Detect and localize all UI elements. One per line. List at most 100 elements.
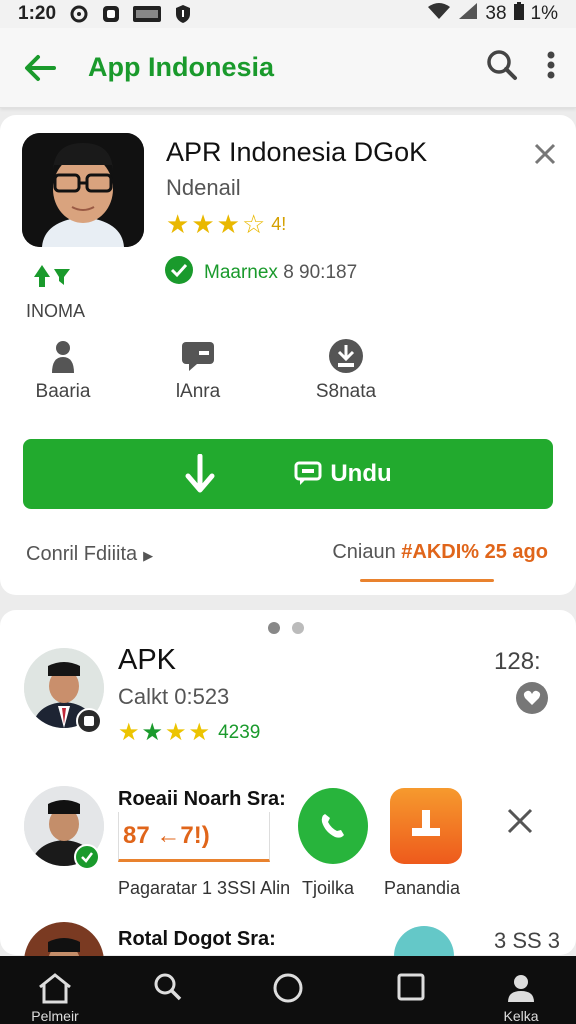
item-code-box: 87 ←7!) (118, 812, 270, 862)
app-icon (22, 133, 144, 247)
status-right: 38 1% (427, 1, 558, 27)
whatsapp-icon[interactable] (298, 788, 368, 864)
nav-search[interactable] (133, 956, 203, 1024)
item-meta: 128: (494, 648, 541, 675)
square-recents-icon (397, 973, 425, 1001)
nav-profile-label: Kelka (503, 1008, 539, 1024)
battery-level-text: 38 (485, 3, 507, 24)
close-icon (534, 143, 556, 165)
install-button[interactable]: Undu (23, 439, 553, 509)
battery-percent-text: 1% (530, 3, 558, 24)
developer-name[interactable]: Ndenail (166, 175, 241, 201)
stat-item[interactable]: Baaria (13, 337, 113, 403)
item-subtitle: Calkt 0:523 (118, 684, 230, 709)
page-dot-active[interactable] (268, 622, 280, 634)
close-icon (507, 808, 533, 834)
stat-label: S8nata (315, 381, 377, 402)
page-indicator (268, 622, 304, 634)
item-rating-value: 4239 (218, 721, 261, 743)
tag-badge-icon (76, 708, 102, 734)
item-title[interactable]: Rotal Dogot Sra: (118, 928, 276, 951)
page-title: App Indonesia (88, 52, 275, 82)
rating-stars: ★ ★ ★ ☆ 4! (166, 209, 286, 240)
app-name: APR Indonesia DGoK (166, 137, 428, 167)
item-rating: ★ ★ ★ ★ 4239 (118, 718, 260, 747)
verified-badge-icon (74, 844, 100, 870)
verified-label: Maarnex (204, 261, 278, 283)
app-bar-actions (486, 49, 556, 86)
stat-label: lAnra (175, 381, 221, 402)
app-list-card: APK Calkt 0:523 ★ ★ ★ ★ 4239 128: Roeaii… (0, 610, 576, 1002)
status-time: 1:20 (18, 3, 57, 24)
nav-home-label: Pelmeir (31, 1008, 79, 1024)
update-label: INOMA (26, 301, 86, 321)
person-icon (13, 337, 113, 375)
rating-value: 4! (271, 214, 287, 234)
image-status-icon (132, 4, 162, 24)
message-icon (148, 337, 248, 375)
update-arrows-icon (32, 263, 72, 289)
nav-profile[interactable]: Kelka (486, 956, 556, 1024)
heart-icon (523, 690, 541, 705)
download-arrow-icon (184, 454, 216, 494)
update-info[interactable]: Cniaun #AKDI% 25 ago (332, 541, 548, 564)
item-meta: 3 SS 3 (494, 928, 561, 953)
star-half-icon: ☆ (241, 209, 266, 239)
back-arrow-icon (25, 54, 56, 81)
signal-icon (457, 2, 479, 26)
orange-app-icon[interactable] (390, 788, 462, 864)
content-rating-link[interactable]: Conril Fdiiita ▶ (26, 543, 153, 566)
verified-row: Maarnex 8 90:187 (164, 255, 357, 290)
shield-status-icon (172, 4, 194, 24)
item-title[interactable]: APK (118, 644, 176, 677)
teal-app-icon[interactable] (394, 926, 454, 956)
star-icon: ★ (191, 209, 215, 239)
favorite-button[interactable] (516, 682, 548, 714)
home-icon (39, 973, 71, 1004)
more-options-button[interactable] (546, 50, 556, 85)
battery-icon (513, 1, 525, 27)
verified-number: 8 90:187 (283, 261, 358, 283)
verified-text: Maarnex 8 90:187 (204, 262, 357, 284)
star-icon: ★ (166, 209, 190, 239)
page-dot[interactable] (292, 622, 304, 634)
item-label: Panandia (384, 878, 461, 898)
nav-home[interactable]: Pelmeir (20, 956, 90, 1024)
search-button[interactable] (486, 49, 518, 86)
app-detail-card: APR Indonesia DGoK Ndenail ★ ★ ★ ☆ 4! IN… (0, 115, 576, 595)
item-label: Pagaratar 1 3SSI Alin (118, 878, 291, 898)
stat-item[interactable]: S8nata (296, 337, 396, 403)
search-icon (487, 50, 517, 80)
item-title[interactable]: Roeaii Noarh Sra: (118, 788, 286, 811)
stat-label: Baaria (35, 381, 91, 402)
nav-home-circle[interactable] (253, 956, 323, 1024)
dismiss-button[interactable] (506, 806, 534, 843)
circle-home-icon (273, 973, 303, 1003)
settings-status-icon (68, 4, 90, 24)
stat-item[interactable]: lAnra (148, 337, 248, 403)
update-underline (360, 579, 494, 582)
install-button-label: Undu (330, 460, 392, 487)
person-icon (508, 975, 534, 1002)
stats-row: Baaria lAnra S8nata (0, 337, 576, 407)
app-bar: App Indonesia (0, 28, 576, 108)
back-button[interactable] (20, 48, 60, 88)
nav-recents[interactable] (376, 956, 446, 1024)
verified-check-icon (164, 255, 194, 290)
play-arrow-icon: ▶ (143, 548, 154, 563)
search-icon (154, 973, 182, 1001)
star-icon: ★ (141, 719, 164, 746)
download-badge-icon (296, 337, 396, 375)
content-rating-text: Conril Fdiiita (26, 543, 138, 565)
star-icon: ★ (216, 209, 240, 239)
close-button[interactable] (534, 139, 556, 173)
update-info-accent: #AKDI% 25 ago (401, 541, 548, 563)
wifi-icon (427, 2, 451, 26)
more-vert-icon (547, 51, 555, 79)
update-info-prefix: Cniaun (332, 541, 396, 563)
item-label: Tjoilka (302, 878, 355, 898)
star-icon: ★ (118, 719, 140, 746)
status-bar: 1:20 38 1% (0, 0, 576, 28)
app-status-icon (100, 4, 122, 24)
star-icon: ★ (165, 719, 187, 746)
